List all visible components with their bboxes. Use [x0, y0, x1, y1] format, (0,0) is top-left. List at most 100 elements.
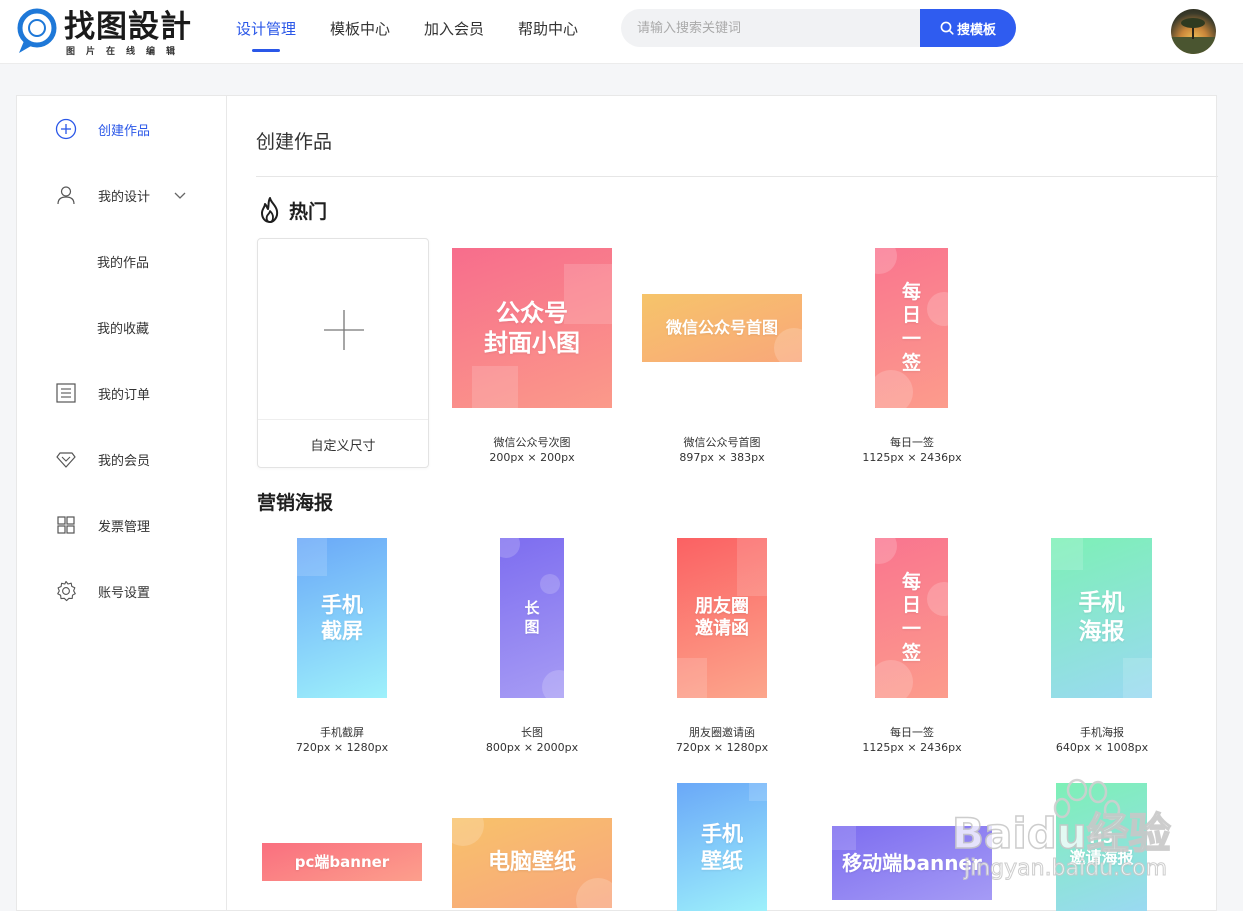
plus-circle-icon: [55, 118, 77, 140]
page-title: 创建作品: [256, 131, 333, 153]
template-name: 每日一签: [890, 726, 934, 739]
nav-join-member[interactable]: 加入会员: [424, 0, 484, 64]
template-card-long-image[interactable]: 长 图 长图 800px × 2000px: [442, 538, 622, 758]
template-thumbnail: 电脑壁纸: [452, 818, 612, 908]
nav-help-center[interactable]: 帮助中心: [518, 0, 578, 64]
thumb-decoration: [875, 538, 897, 564]
template-thumbnail: 移动端banner: [832, 826, 992, 900]
sidebar-item-label: 我的作品: [97, 255, 150, 271]
template-size: 720px × 1280px: [675, 741, 769, 754]
nav-template-center[interactable]: 模板中心: [330, 0, 390, 64]
sidebar-item-label: 创建作品: [98, 123, 151, 139]
sidebar-item-invoice[interactable]: 发票管理: [17, 505, 227, 545]
sidebar-item-my-design[interactable]: 我的设计: [17, 175, 227, 215]
template-card-wx-sub[interactable]: 公众号 封面小图 微信公众号次图 200px × 200px: [452, 248, 612, 468]
logo-title: 找图設計: [64, 9, 192, 45]
template-card-pc-banner[interactable]: pc端banner: [262, 843, 422, 883]
template-thumbnail: 公众号 封面小图: [452, 248, 612, 408]
sidebar: 创建作品 我的设计 我的作品 我的收藏 我的订单 我的会员 发票管理 账号设置: [16, 95, 226, 911]
template-card-phone-wallpaper[interactable]: 手机 壁纸: [677, 783, 767, 911]
grid-icon: [57, 516, 75, 534]
template-thumbnail: 微信公众号首图: [642, 294, 802, 362]
search-bar: 搜模板: [621, 9, 1016, 47]
sidebar-item-my-favorites[interactable]: 我的收藏: [17, 307, 227, 347]
template-thumbnail: pc端banner: [262, 843, 422, 881]
thumb-decoration: [576, 878, 612, 908]
template-thumb-text: 朋友圈 邀请函: [695, 595, 749, 640]
sidebar-item-label: 我的订单: [98, 387, 151, 403]
thumb-decoration: [927, 292, 948, 326]
template-thumb-text: 每 日 一 签: [901, 570, 921, 664]
section-title-hot: 热门: [257, 196, 327, 224]
sidebar-item-my-works[interactable]: 我的作品: [17, 241, 227, 281]
chevron-down-icon[interactable]: [173, 189, 187, 203]
sidebar-item-my-membership[interactable]: 我的会员: [17, 439, 227, 479]
template-card-h5-poster[interactable]: H5 邀请海报: [1056, 783, 1147, 911]
plus-icon: [324, 310, 364, 350]
sidebar-item-label: 发票管理: [98, 519, 151, 535]
template-thumb-text: H5 邀请海报: [1069, 827, 1134, 867]
template-card-phone-screenshot[interactable]: 手机 截屏 手机截屏 720px × 1280px: [252, 538, 432, 758]
sidebar-item-label: 我的会员: [98, 453, 151, 469]
template-thumbnail: 长 图: [500, 538, 564, 698]
site-logo[interactable]: 找图設計 图片在线编辑: [16, 8, 196, 58]
template-name: 微信公众号首图: [683, 436, 761, 449]
template-card-daily-sign-2[interactable]: 每 日 一 签 每日一签 1125px × 2436px: [822, 538, 1002, 758]
logo-subtitle: 图片在线编辑: [66, 47, 187, 57]
custom-size-card[interactable]: 自定义尺寸: [257, 238, 429, 468]
template-thumbnail: 朋友圈 邀请函: [677, 538, 767, 698]
card-divider: [258, 419, 428, 420]
template-thumb-text: 移动端banner: [842, 850, 982, 875]
user-icon: [57, 186, 75, 205]
template-name: 朋友圈邀请函: [689, 726, 755, 739]
top-header: 找图設計 图片在线编辑 设计管理 模板中心 加入会员 帮助中心 搜模板: [0, 0, 1243, 64]
template-thumbnail: 手机 壁纸: [677, 783, 767, 911]
template-card-mobile-banner[interactable]: 移动端banner: [832, 826, 992, 900]
template-card-pc-wallpaper[interactable]: 电脑壁纸: [452, 818, 612, 908]
thumb-decoration: [452, 818, 484, 846]
thumb-decoration: [875, 370, 913, 408]
user-avatar[interactable]: [1171, 9, 1216, 54]
section-title-hot-label: 热门: [289, 200, 328, 223]
sidebar-item-my-orders[interactable]: 我的订单: [17, 373, 227, 413]
flame-icon: [261, 197, 279, 223]
template-thumbnail: 手机 截屏: [297, 538, 387, 698]
template-card-daily-sign[interactable]: 每 日 一 签 每日一签 1125px × 2436px: [822, 248, 1002, 468]
template-card-wx-head[interactable]: 微信公众号首图 微信公众号首图 897px × 383px: [642, 248, 802, 468]
template-thumb-text: 公众号 封面小图: [484, 299, 580, 357]
thumb-decoration: [875, 248, 897, 274]
diamond-icon: [56, 452, 76, 468]
template-size: 1125px × 2436px: [862, 741, 962, 754]
template-card-phone-poster[interactable]: 手机 海报 手机海报 640px × 1008px: [1012, 538, 1192, 758]
template-size: 897px × 383px: [679, 451, 765, 464]
template-thumbnail: 手机 海报: [1051, 538, 1152, 698]
template-thumb-text: 手机 壁纸: [701, 822, 743, 873]
search-icon: [940, 21, 954, 35]
template-size: 200px × 200px: [489, 451, 575, 464]
search-button[interactable]: 搜模板: [920, 9, 1016, 47]
template-thumb-text: 微信公众号首图: [665, 318, 778, 337]
thumb-decoration: [875, 660, 913, 698]
section-title-marketing: 营销海报: [257, 488, 333, 515]
thumb-decoration: [542, 670, 564, 698]
sidebar-item-label: 账号设置: [98, 585, 151, 601]
sidebar-item-label: 我的收藏: [97, 321, 150, 337]
template-size: 1125px × 2436px: [862, 451, 962, 464]
main-panel: 创建作品 热门 自定义尺寸 公众号 封面小图 微信公众号次图 200px × 2…: [226, 95, 1218, 911]
thumb-decoration: [297, 538, 327, 576]
sidebar-item-account-settings[interactable]: 账号设置: [17, 571, 227, 611]
thumb-decoration: [1123, 658, 1152, 698]
nav-design-manage[interactable]: 设计管理: [236, 0, 296, 64]
template-thumb-text: pc端banner: [294, 852, 390, 871]
avatar-image: [1171, 18, 1216, 54]
template-card-invitation[interactable]: 朋友圈 邀请函 朋友圈邀请函 720px × 1280px: [632, 538, 812, 758]
thumb-decoration: [472, 366, 518, 408]
logo-icon: [17, 8, 57, 53]
thumb-decoration: [737, 538, 767, 596]
template-thumb-text: 长 图: [524, 599, 540, 636]
sidebar-item-create[interactable]: 创建作品: [17, 109, 227, 149]
template-name: 长图: [521, 726, 543, 739]
thumb-decoration: [774, 328, 802, 362]
search-input[interactable]: [621, 9, 921, 47]
template-size: 720px × 1280px: [295, 741, 389, 754]
